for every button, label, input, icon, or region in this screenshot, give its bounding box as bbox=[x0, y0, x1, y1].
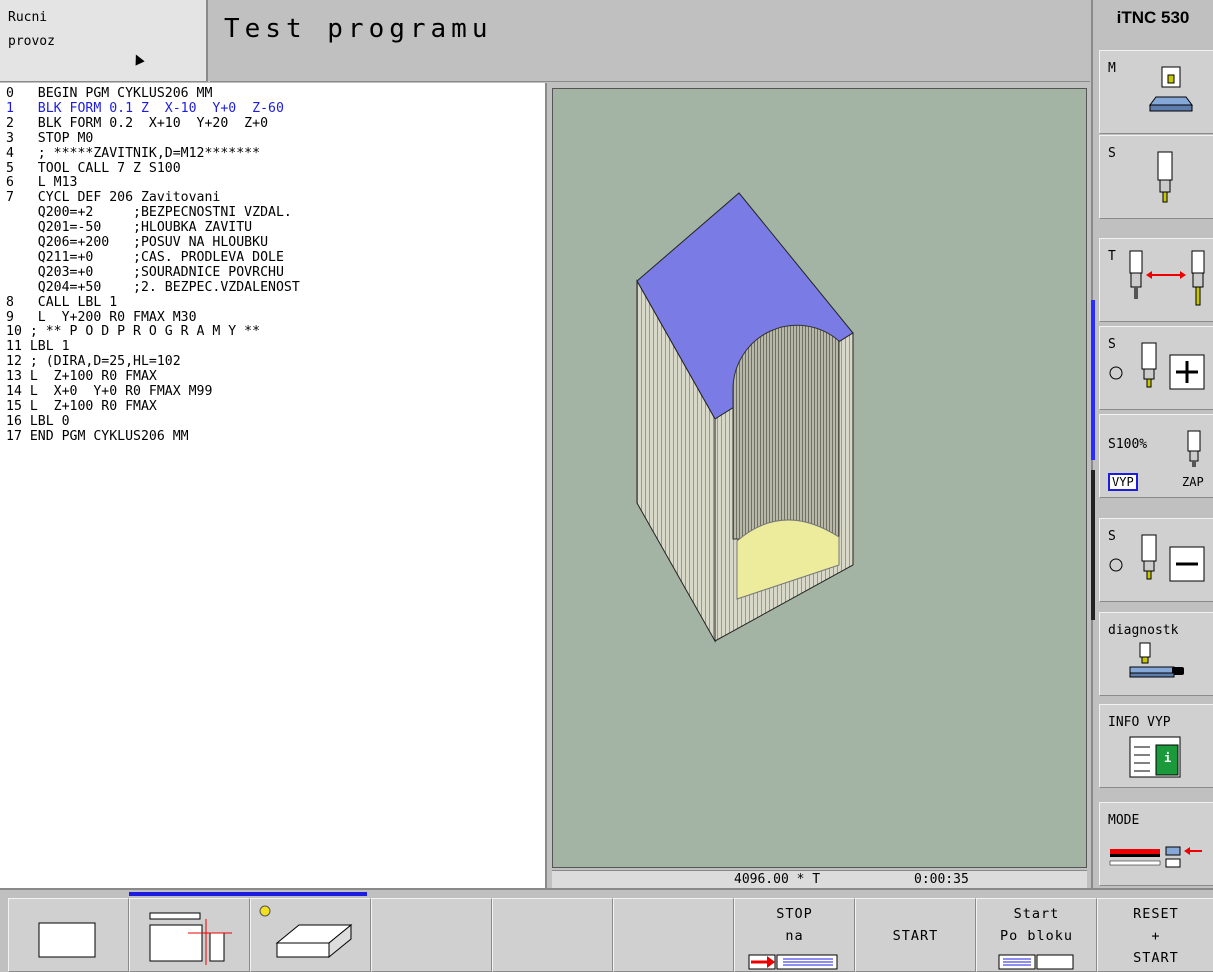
program-line[interactable]: Q211=+0 ;CAS. PRODLEVA DOLE bbox=[6, 250, 284, 265]
program-line[interactable]: 11 LBL 1 bbox=[6, 340, 70, 354]
workpiece-3d-icon bbox=[259, 905, 353, 959]
softkey-spindle-plus[interactable]: S bbox=[1099, 326, 1213, 410]
softkey-empty-2[interactable] bbox=[492, 898, 613, 972]
mouse-cursor-icon bbox=[131, 52, 145, 66]
program-line[interactable]: 13 L Z+100 R0 FMAX bbox=[6, 370, 157, 384]
program-listing[interactable]: 0 BEGIN PGM CYKLUS206 MM 1 BLK FORM 0.1 Z… bbox=[0, 83, 547, 888]
diagnostics-icon bbox=[1129, 642, 1184, 678]
program-line[interactable]: 10 ; ** P O D P R O G R A M Y ** bbox=[6, 325, 260, 339]
softkey-graphics-view[interactable] bbox=[250, 898, 371, 972]
single-window-icon bbox=[38, 922, 96, 958]
bottom-softkey-bar: STOP na START Start Po bloku RESET + STA… bbox=[0, 888, 1213, 972]
softkey-start-block[interactable]: Start Po bloku bbox=[976, 898, 1097, 972]
header-bar: Test programu bbox=[210, 0, 1090, 82]
program-line[interactable]: Q204=+50 ;2. BEZPEC.VZDALENOST bbox=[6, 280, 300, 295]
block-icon bbox=[998, 954, 1074, 970]
mode-icon bbox=[1109, 846, 1202, 868]
program-line[interactable]: Q200=+2 ;BEZPECNOSTNI VZDAL. bbox=[6, 206, 292, 220]
spindle-off-toggle[interactable]: VYP bbox=[1108, 473, 1138, 491]
softkey-program-graphics-view[interactable] bbox=[129, 898, 250, 972]
program-line[interactable]: 12 ; (DIRA,D=25,HL=102 bbox=[6, 355, 181, 369]
softkey-spindle-minus[interactable]: S bbox=[1099, 518, 1213, 602]
softkey-program-view[interactable] bbox=[8, 898, 129, 972]
hole-wall bbox=[732, 324, 840, 540]
program-line[interactable]: 4 ; *****ZAVITNIK,D=M12******* bbox=[6, 146, 260, 161]
program-line[interactable]: Q206=+200 ;POSUV NA HLOUBKU bbox=[6, 236, 268, 250]
right-softkey-column: iTNC 530 M S T S S100% VYP ZAP S diagnos… bbox=[1091, 0, 1213, 888]
program-line[interactable]: 3 STOP M0 bbox=[6, 131, 93, 146]
mode-indicator: Rucni provoz bbox=[0, 0, 208, 82]
spindle-plus-icon bbox=[1109, 342, 1205, 390]
status-time: 0:00:35 bbox=[914, 872, 969, 887]
split-window-icon bbox=[149, 912, 232, 965]
page-title: Test programu bbox=[224, 14, 493, 44]
program-line[interactable]: 6 L M13 bbox=[6, 176, 77, 190]
program-line[interactable]: Q203=+0 ;SOURADNICE POVRCHU bbox=[6, 265, 284, 280]
info-icon bbox=[1129, 736, 1181, 778]
status-feed-value: 4096.00 * T bbox=[734, 872, 821, 887]
tool-change-icon bbox=[1129, 250, 1205, 306]
softkey-mode[interactable]: MODE bbox=[1099, 802, 1213, 886]
program-line[interactable]: 0 BEGIN PGM CYKLUS206 MM bbox=[6, 87, 212, 101]
softkey-start[interactable]: START bbox=[855, 898, 976, 972]
softkey-machine[interactable]: M bbox=[1099, 50, 1213, 134]
stop-at-block-icon bbox=[748, 954, 838, 970]
program-line[interactable]: 7 CYCL DEF 206 Zavitovani bbox=[6, 191, 220, 205]
spindle-minus-icon bbox=[1109, 534, 1205, 582]
softkey-spindle-override[interactable]: S100% VYP ZAP bbox=[1099, 414, 1213, 498]
mode-label-line2: provoz bbox=[8, 34, 55, 49]
simulation-view[interactable] bbox=[552, 88, 1087, 868]
info-badge: i bbox=[1164, 751, 1172, 765]
brand-logo: iTNC 530 bbox=[1116, 8, 1190, 27]
program-line[interactable]: 17 END PGM CYKLUS206 MM bbox=[6, 429, 189, 444]
softkey-reset-start[interactable]: RESET + START bbox=[1097, 898, 1213, 972]
softkey-tool-change[interactable]: T bbox=[1099, 238, 1213, 322]
right-scroll-indicator bbox=[1091, 300, 1095, 460]
right-scroll-track bbox=[1091, 470, 1095, 620]
program-line[interactable]: 14 L X+0 Y+0 R0 FMAX M99 bbox=[6, 385, 212, 399]
active-softkey-indicator bbox=[129, 892, 367, 896]
program-line[interactable]: 5 TOOL CALL 7 Z S100 bbox=[6, 161, 181, 176]
program-line[interactable]: 15 L Z+100 R0 FMAX bbox=[6, 399, 157, 414]
softkey-spindle[interactable]: S bbox=[1099, 135, 1213, 219]
softkey-stop-at[interactable]: STOP na bbox=[734, 898, 855, 972]
status-bar: 4096.00 * T 0:00:35 bbox=[552, 870, 1087, 888]
program-line[interactable]: 1 BLK FORM 0.1 Z X-10 Y+0 Z-60 bbox=[6, 101, 284, 116]
program-line[interactable]: 16 LBL 0 bbox=[6, 414, 70, 429]
spindle-on-toggle[interactable]: ZAP bbox=[1182, 475, 1204, 489]
softkey-diagnostics[interactable]: diagnostk bbox=[1099, 612, 1213, 696]
softkey-empty-1[interactable] bbox=[371, 898, 492, 972]
machine-table-icon bbox=[1149, 66, 1193, 112]
program-line[interactable]: 9 L Y+200 R0 FMAX M30 bbox=[6, 310, 197, 325]
mode-label-line1: Rucni bbox=[8, 10, 48, 25]
program-line[interactable]: 2 BLK FORM 0.2 X+10 Y+20 Z+0 bbox=[6, 116, 268, 131]
spindle-icon bbox=[1157, 151, 1173, 203]
workpiece-simulation bbox=[636, 192, 854, 643]
softkey-empty-3[interactable] bbox=[613, 898, 734, 972]
softkey-info[interactable]: INFO VYP i bbox=[1099, 704, 1213, 788]
program-line[interactable]: 8 CALL LBL 1 bbox=[6, 295, 117, 310]
spindle-override-icon bbox=[1187, 430, 1201, 467]
program-line[interactable]: Q201=-50 ;HLOUBKA ZAVITU bbox=[6, 221, 252, 235]
